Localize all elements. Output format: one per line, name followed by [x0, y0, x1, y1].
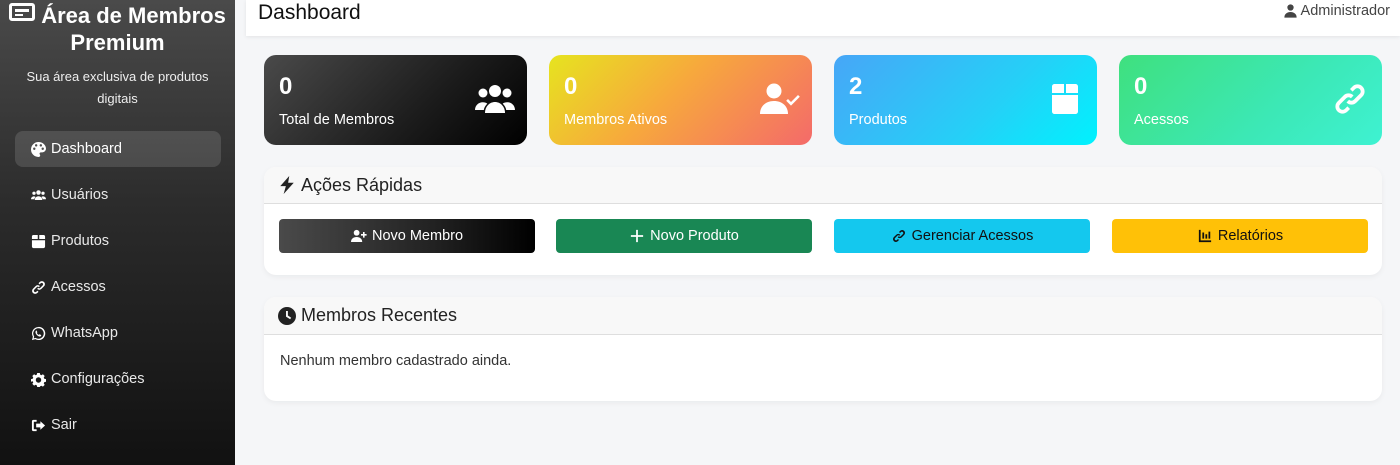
- user-name: Administrador: [1300, 3, 1390, 19]
- id-card-icon: [9, 3, 36, 21]
- sidebar-item-sair[interactable]: Sair: [15, 407, 221, 443]
- stat-card-acessos: 0 Acessos: [1119, 55, 1382, 145]
- top-header: Dashboard Administrador: [246, 0, 1400, 36]
- sidebar-item-label: Sair: [51, 417, 77, 433]
- sidebar-item-configuracoes[interactable]: Configurações: [15, 361, 221, 397]
- gear-icon: [29, 371, 47, 387]
- chart-icon: [1198, 229, 1211, 243]
- stat-value: 0: [1134, 73, 1148, 100]
- stat-card-total-membros: 0 Total de Membros: [264, 55, 527, 145]
- user-plus-icon: [350, 229, 367, 242]
- user-menu[interactable]: Administrador: [1283, 3, 1390, 19]
- clock-icon: [278, 306, 296, 325]
- user-icon: [1283, 4, 1297, 18]
- new-member-button[interactable]: Novo Membro: [279, 219, 535, 253]
- users-icon: [475, 81, 515, 117]
- quick-actions-panel: Ações Rápidas Novo Membro Novo Produto G…: [264, 167, 1382, 275]
- manage-access-button[interactable]: Gerenciar Acessos: [834, 219, 1090, 253]
- users-icon: [29, 187, 47, 203]
- brand: Área de Membros Premium Sua área exclusi…: [0, 0, 235, 110]
- stat-label: Produtos: [849, 112, 908, 128]
- sidebar-item-label: WhatsApp: [51, 325, 118, 341]
- empty-message: Nenhum membro cadastrado ainda.: [280, 353, 512, 369]
- stat-value: 0: [279, 73, 293, 100]
- whatsapp-icon: [29, 325, 47, 341]
- sidebar-item-produtos[interactable]: Produtos: [15, 223, 221, 259]
- sign-out-icon: [29, 417, 47, 433]
- sidebar-nav: Dashboard Usuários Produtos Acessos What…: [15, 131, 221, 453]
- panel-header: Membros Recentes: [264, 297, 1382, 335]
- button-label: Novo Membro: [371, 228, 464, 244]
- bolt-icon: [280, 176, 294, 194]
- plus-icon: [631, 229, 644, 243]
- stat-label: Acessos: [1134, 112, 1189, 128]
- button-label: Gerenciar Acessos: [911, 228, 1034, 244]
- stat-value: 0: [564, 73, 578, 100]
- sidebar-item-dashboard[interactable]: Dashboard: [15, 131, 221, 167]
- sidebar-item-label: Dashboard: [51, 141, 122, 157]
- sidebar-item-usuarios[interactable]: Usuários: [15, 177, 221, 213]
- button-label: Novo Produto: [650, 228, 739, 244]
- user-check-icon: [760, 81, 800, 117]
- link-icon: [29, 279, 47, 295]
- stat-value: 2: [849, 73, 863, 100]
- brand-title: Área de Membros Premium: [0, 2, 235, 56]
- stat-label: Total de Membros: [279, 112, 395, 128]
- panel-title: Membros Recentes: [301, 305, 458, 325]
- recent-members-panel: Membros Recentes Nenhum membro cadastrad…: [264, 297, 1382, 401]
- palette-icon: [29, 141, 47, 157]
- stat-card-produtos: 2 Produtos: [834, 55, 1097, 145]
- stat-label: Membros Ativos: [564, 112, 668, 128]
- sidebar-item-label: Acessos: [51, 279, 106, 295]
- brand-subtitle: Sua área exclusiva de produtos digitais: [26, 69, 209, 106]
- sidebar-item-whatsapp[interactable]: WhatsApp: [15, 315, 221, 351]
- page-title: Dashboard: [258, 1, 361, 24]
- sidebar-item-label: Produtos: [51, 233, 110, 249]
- link-icon: [892, 230, 905, 242]
- quick-actions: Novo Membro Novo Produto Gerenciar Acess…: [279, 219, 1368, 253]
- panel-header: Ações Rápidas: [264, 167, 1382, 204]
- sidebar-item-acessos[interactable]: Acessos: [15, 269, 221, 305]
- button-label: Relatórios: [1217, 228, 1284, 244]
- link-icon: [1330, 81, 1370, 117]
- box-icon: [29, 233, 47, 249]
- sidebar: Área de Membros Premium Sua área exclusi…: [0, 0, 235, 465]
- reports-button[interactable]: Relatórios: [1112, 219, 1368, 253]
- panel-title: Ações Rápidas: [301, 174, 423, 195]
- new-product-button[interactable]: Novo Produto: [556, 219, 812, 253]
- sidebar-item-label: Usuários: [51, 187, 109, 203]
- stat-card-membros-ativos: 0 Membros Ativos: [549, 55, 812, 145]
- box-icon: [1045, 81, 1085, 117]
- sidebar-item-label: Configurações: [51, 371, 145, 387]
- brand-title-text: Área de Membros Premium: [41, 3, 226, 55]
